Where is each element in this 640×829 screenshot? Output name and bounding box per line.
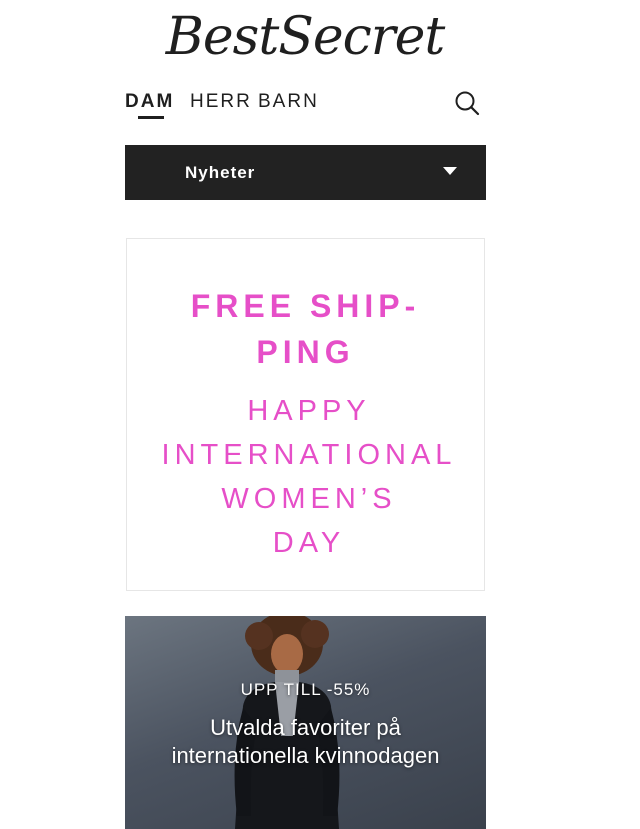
- promo-headline: FREE SHIP- PING: [127, 283, 484, 375]
- tab-dam[interactable]: DAM: [125, 90, 174, 114]
- promo-banner-free-shipping[interactable]: FREE SHIP- PING HAPPY INTERNATIONAL WOME…: [126, 238, 485, 591]
- tab-herr[interactable]: HERR: [190, 90, 252, 114]
- hero-banner-womens-day[interactable]: UPP TILL -55% Utvalda favoriter på inter…: [125, 616, 486, 829]
- promo-sub-line: DAY: [272, 527, 346, 559]
- page: BestSecret DAM HERR BARN Nyheter FREE SH…: [0, 0, 640, 829]
- bestsecret-logo[interactable]: BestSecret: [0, 2, 610, 72]
- hero-title-line: Utvalda favoriter på: [210, 715, 401, 740]
- search-icon[interactable]: [454, 90, 480, 116]
- category-dropdown[interactable]: Nyheter: [125, 145, 486, 200]
- hero-kicker: UPP TILL -55%: [240, 680, 371, 699]
- promo-headline-line: PING: [256, 334, 355, 370]
- dropdown-selected-value: Nyheter: [185, 163, 256, 182]
- gender-nav: DAM HERR BARN: [125, 90, 486, 120]
- promo-sub-line: INTERNATIONAL: [161, 439, 457, 471]
- hero-title: Utvalda favoriter på internationella kvi…: [125, 714, 486, 770]
- promo-headline-line: FREE SHIP-: [190, 288, 421, 324]
- tab-barn[interactable]: BARN: [258, 90, 319, 114]
- hero-title-line: internationella kvinnodagen: [171, 743, 440, 768]
- promo-sub-line: HAPPY: [247, 395, 371, 427]
- promo-subheadline: HAPPY INTERNATIONAL WOMEN’S DAY: [127, 389, 491, 565]
- chevron-down-icon: [443, 167, 457, 175]
- active-tab-underline: [138, 116, 164, 119]
- promo-sub-line: WOMEN’S: [221, 483, 397, 515]
